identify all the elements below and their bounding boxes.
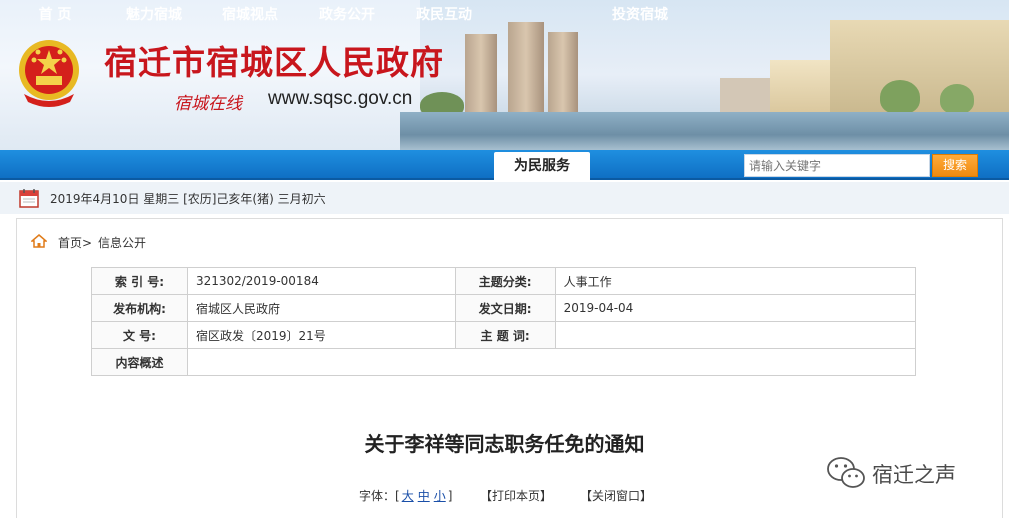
nav-item-charm[interactable]: 魅力宿城 (112, 0, 196, 30)
table-row: 内容概述 (91, 348, 917, 376)
nav-item-invest[interactable]: 投资宿城 (598, 0, 682, 30)
meta-label-publisher: 发布机构: (91, 294, 188, 322)
meta-label-date: 发文日期: (454, 294, 556, 322)
font-medium-link[interactable]: 中 (418, 489, 430, 503)
banner-river (400, 112, 1009, 150)
date-text: 2019年4月10日 星期三 [农历]己亥年(猪) 三月初六 (50, 192, 326, 206)
banner-building (548, 32, 578, 116)
nav-item-gov-affairs[interactable]: 政务公开 (305, 0, 389, 30)
meta-value-date: 2019-04-04 (554, 294, 917, 322)
calendar-icon (19, 189, 39, 208)
document-title: 关于李祥等同志职务任免的通知 (364, 432, 645, 456)
table-row: 索 引 号: 321302/2019-00184 主题分类: 人事工作 (91, 267, 917, 295)
meta-value-summary (186, 348, 917, 376)
nav-item-viewpoint[interactable]: 宿城视点 (208, 0, 292, 30)
font-size-bracket: ] (447, 489, 453, 503)
site-slogan: 宿城在线 (174, 94, 242, 114)
watermark-text: 宿迁之声 (872, 463, 956, 487)
meta-label-index: 索 引 号: (91, 267, 188, 295)
breadcrumb-current: 信息公开 (98, 236, 147, 250)
nav-item-home[interactable]: 首 页 (18, 0, 92, 30)
meta-label-doc-number: 文 号: (91, 321, 188, 349)
banner-tree (880, 80, 920, 114)
banner-building (508, 22, 544, 116)
meta-value-publisher: 宿城区人民政府 (186, 294, 456, 322)
table-row: 发布机构: 宿城区人民政府 发文日期: 2019-04-04 (91, 294, 917, 322)
nav-item-services[interactable]: 为民服务 (494, 152, 590, 182)
close-window-link[interactable]: 【关闭窗口】 (580, 487, 652, 504)
breadcrumb-home[interactable]: 首页> (58, 234, 92, 251)
banner-building (465, 34, 497, 116)
meta-label-category: 主题分类: (454, 267, 556, 295)
meta-value-keywords (554, 321, 917, 349)
nav-item-interaction[interactable]: 政民互动 (402, 0, 486, 30)
site-title: 宿迁市宿城区人民政府 (104, 43, 444, 82)
font-size-control: 字体：[大中小] (359, 487, 452, 504)
font-small-link[interactable]: 小 (434, 489, 446, 503)
font-large-link[interactable]: 大 (402, 489, 414, 503)
font-size-label: 字体：[ (359, 489, 400, 503)
meta-label-summary: 内容概述 (91, 348, 188, 376)
banner-tree (940, 84, 974, 114)
home-icon (31, 234, 47, 248)
search-button[interactable]: 搜索 (932, 154, 978, 177)
site-url: www.sqsc.gov.cn (268, 88, 413, 109)
national-emblem-icon (19, 40, 79, 107)
search-input[interactable] (744, 154, 930, 177)
banner-building (770, 60, 830, 116)
table-row: 文 号: 宿区政发〔2019〕21号 主 题 词: (91, 321, 917, 349)
document-meta-table: 索 引 号: 321302/2019-00184 主题分类: 人事工作 发布机构… (91, 267, 917, 376)
meta-value-doc-number: 宿区政发〔2019〕21号 (186, 321, 456, 349)
meta-label-keywords: 主 题 词: (454, 321, 556, 349)
wechat-icon (827, 457, 865, 488)
banner-building (720, 78, 770, 114)
meta-value-category: 人事工作 (554, 267, 917, 295)
print-page-link[interactable]: 【打印本页】 (480, 487, 552, 504)
meta-value-index: 321302/2019-00184 (186, 267, 456, 295)
